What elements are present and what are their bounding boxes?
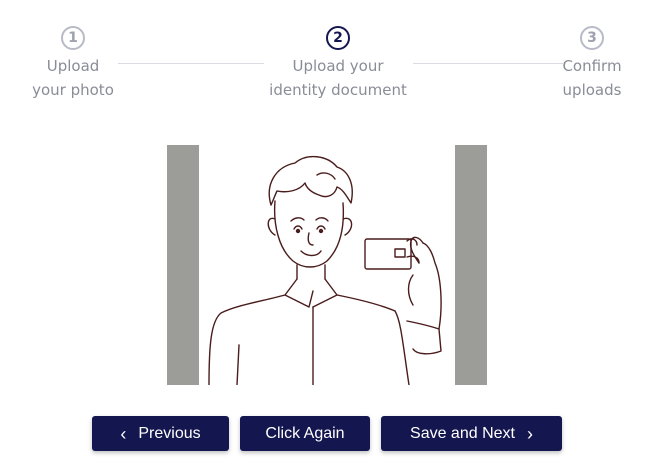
step-label: Upload your photo (0, 54, 173, 102)
click-again-button-label: Click Again (265, 424, 345, 442)
save-and-next-button-label: Save and Next (410, 424, 515, 442)
step-label-line: Confirm (562, 57, 622, 75)
step-label-line: identity document (269, 81, 407, 99)
chevron-right-icon: › (526, 423, 533, 444)
step-upload-photo[interactable]: 1 Upload your photo (0, 26, 173, 102)
step-upload-identity-document[interactable]: 2 Upload your identity document (238, 26, 438, 102)
step-label-line: uploads (562, 81, 622, 99)
step-label-line: Upload (46, 57, 100, 75)
step-label-line: your photo (32, 81, 114, 99)
step-number-badge: 3 (580, 26, 604, 50)
step-number-badge: 1 (61, 26, 85, 50)
previous-button-label: Previous (138, 424, 201, 442)
step-label-line: Upload your (292, 57, 384, 75)
click-again-button[interactable]: Click Again (240, 416, 370, 451)
save-and-next-button[interactable]: Save and Next › (381, 416, 562, 451)
step-label: Upload your identity document (238, 54, 438, 102)
previous-button[interactable]: ‹ Previous (92, 416, 229, 451)
navigation-actions: ‹ Previous Click Again Save and Next › (0, 416, 653, 452)
chevron-left-icon: ‹ (120, 423, 127, 444)
progress-stepper: 1 Upload your photo 2 Upload your identi… (0, 0, 653, 110)
step-number-badge: 2 (326, 26, 350, 50)
step-label: Confirm uploads (492, 54, 653, 102)
captured-document-photo (167, 145, 487, 385)
step-confirm-uploads[interactable]: 3 Confirm uploads (492, 26, 653, 102)
person-holding-id-card-illustration (208, 156, 442, 385)
